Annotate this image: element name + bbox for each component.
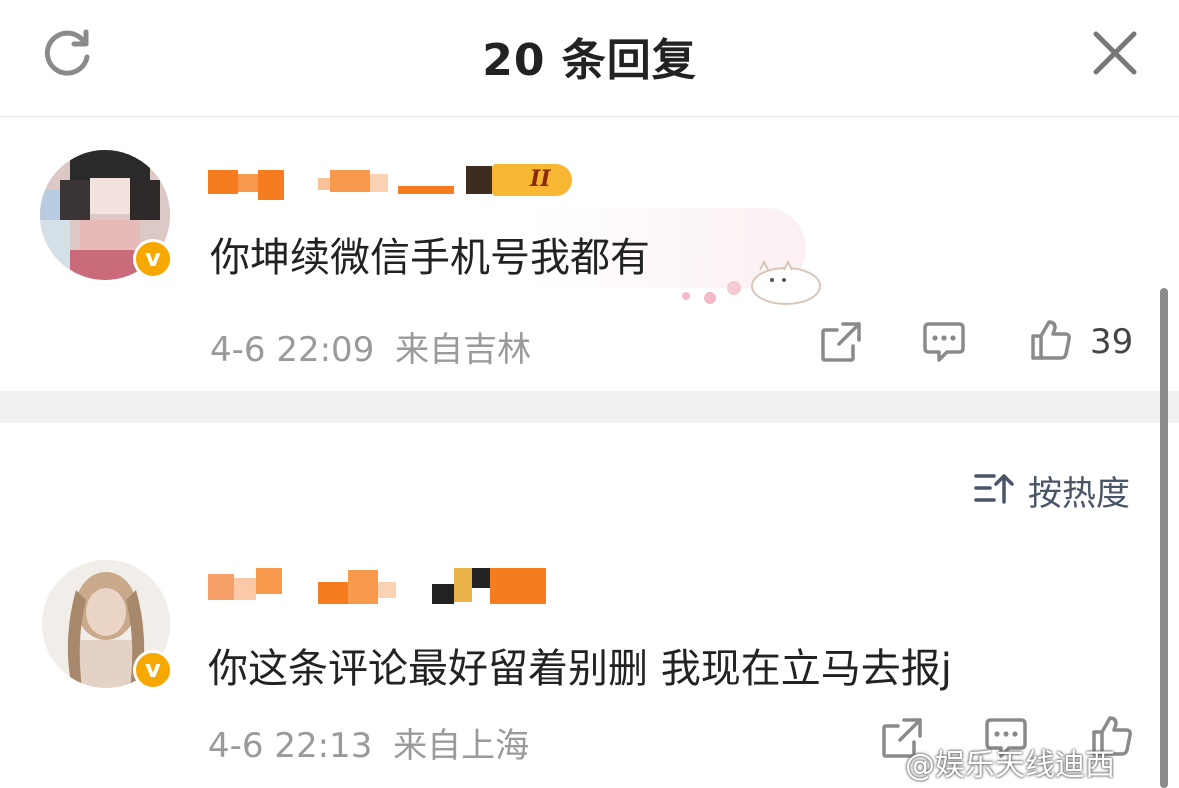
page-title: 20 条回复 (482, 35, 697, 86)
section-divider (0, 391, 1179, 423)
username-pixelated[interactable] (208, 564, 558, 608)
like-icon[interactable] (1029, 318, 1073, 362)
verified-icon: v (133, 239, 173, 279)
comment-meta: 4-6 22:13 来自上海 (208, 718, 529, 767)
username-pixelated[interactable]: II (208, 160, 588, 204)
sort-label: 按热度 (1028, 474, 1130, 514)
like-count: 39 (1090, 322, 1134, 362)
scrollbar[interactable] (1160, 288, 1168, 788)
watermark: @娱乐天线迪西 (905, 748, 1115, 783)
share-icon[interactable] (819, 320, 863, 364)
comment-icon[interactable] (921, 320, 967, 364)
cat-sticker-icon (682, 259, 821, 305)
level-badge-text: II (530, 166, 551, 192)
comment-location: 来自上海 (393, 726, 530, 766)
comment-time: 4-6 22:13 (208, 726, 373, 766)
comment-text: 你坤续微信手机号我都有 (210, 235, 650, 281)
sort-icon (974, 474, 1014, 504)
comment-time: 4-6 22:09 (210, 330, 375, 370)
comment-meta: 4-6 22:09 来自吉林 (210, 322, 531, 371)
verified-icon: v (133, 650, 173, 690)
close-icon[interactable] (1088, 26, 1142, 80)
modal-header: 20 条回复 (0, 0, 1179, 117)
sort-toggle[interactable]: 按热度 (972, 462, 1142, 514)
comment-text: 你这条评论最好留着别删 我现在立马去报j (208, 646, 952, 692)
level-badge: II (492, 164, 572, 196)
comment-location: 来自吉林 (395, 330, 532, 370)
